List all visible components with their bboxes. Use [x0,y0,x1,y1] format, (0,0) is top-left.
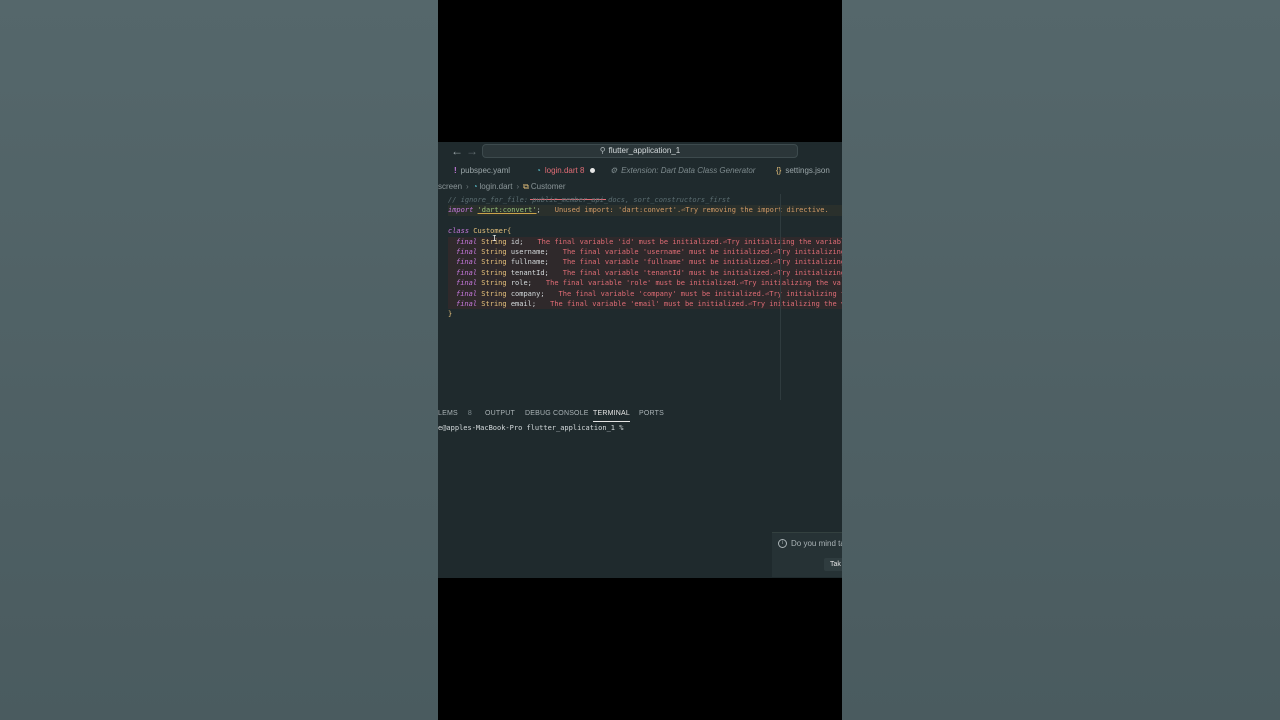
unsaved-dot-icon[interactable] [590,168,596,174]
tab-extension[interactable]: ⚙ Extension: Dart Data Class Generator [610,166,755,175]
vscode-window: ← → ⚲ flutter_application_1 ! pubspec.yaml… [438,142,842,578]
code-brace: { [507,227,512,236]
info-icon: i [778,539,787,549]
code-field: username; [510,247,549,256]
code-line: import 'dart:convert'; Unused import: 'da… [448,205,842,216]
code-keyword: final [456,279,478,288]
arrow-right-icon[interactable]: → [466,144,478,158]
code-line: // ignore_for_file: public_member_api_do… [448,195,842,205]
text-cursor-icon: I [492,234,497,243]
code-keyword: final [456,289,478,298]
code-brace: } [448,310,453,319]
code-field: id; [510,237,524,246]
gear-icon: ⚙ [610,166,618,175]
json-icon: {} [776,166,782,175]
tab-terminal[interactable]: TERMINAL [593,410,630,422]
code-line: final String role; The final variable 'ro… [448,278,842,289]
workspace-name: flutter_application_1 [608,146,681,155]
tab-login-dart[interactable]: ◔ login.dart 8 [536,166,596,175]
tab-ports[interactable]: PORTS [639,410,664,417]
notification-text: Do you mind ta [791,539,842,548]
video-frame: ← → ⚲ flutter_application_1 ! pubspec.yaml… [438,0,842,720]
code-type: String [481,247,507,256]
inline-error: The final variable 'username' must be in… [562,247,842,256]
code-type: String [481,268,507,277]
notification-toast: i Do you mind ta Tak [772,532,842,577]
yaml-icon: ! [454,166,457,175]
tab-label: login.dart 8 [544,166,585,175]
code-keyword: final [456,268,478,277]
tab-debug-console[interactable]: DEBUG CONSOLE [525,410,589,417]
inline-error: The final variable 'company' must be ini… [558,289,842,298]
code-type: String [481,299,507,308]
tab-label: Extension: Dart Data Class Generator [621,166,756,175]
code-line: final String username; The final variable… [448,246,842,258]
breadcrumb-file[interactable]: login.dart [480,182,513,191]
code-keyword: final [456,237,478,246]
inline-error: The final variable 'role' must be initia… [545,279,842,288]
background-left [0,0,438,720]
code-keyword: import [448,206,474,215]
editor-tabs: ! pubspec.yaml ◔ login.dart 8 ⚙ Extension: … [438,162,842,200]
inline-warning: Unused import: 'dart:convert'.⏎Try remov… [554,206,829,215]
chevron-right-icon: › [516,182,520,191]
problems-count-badge: 8 [467,410,472,417]
inline-error: The final variable 'tenantId' must be in… [562,268,842,277]
code-field: fullname; [510,258,549,267]
code-line: final String id; The final variable 'id' … [448,236,842,247]
search-icon: ⚲ [599,146,606,155]
code-field: role; [510,279,532,288]
class-icon: ⧉ [523,182,529,191]
notification-message: i Do you mind ta [778,539,842,549]
chevron-right-icon: › [466,182,469,191]
inline-error: The final variable 'fullname' must be in… [562,258,842,267]
code-string: 'dart:convert' [477,206,537,215]
command-center-search[interactable]: ⚲ flutter_application_1 [482,144,798,158]
tab-pubspec[interactable]: ! pubspec.yaml [454,166,510,175]
tab-label: pubspec.yaml [460,166,511,175]
terminal-prompt[interactable]: e@apples-MacBook-Pro flutter_application… [438,424,623,432]
breadcrumb-folder[interactable]: screen [438,182,462,191]
code-keyword: final [456,299,478,308]
panel-tabs: LEMS 8 OUTPUT DEBUG CONSOLE TERMINAL PORT… [438,406,842,422]
tab-label: LEMS [438,410,458,417]
tab-output[interactable]: OUTPUT [485,410,515,417]
code-field: company; [510,289,545,298]
tab-settings-json[interactable]: {} settings.json [776,166,830,175]
code-type: String [481,289,507,298]
code-keyword: final [456,258,478,267]
code-line: class Customer{ [448,226,842,236]
inline-error: The final variable 'id' must be initiali… [537,237,842,246]
code-field: tenantId; [510,268,549,277]
code-type: String [481,258,507,267]
dart-icon: ◔ [472,182,478,191]
breadcrumb-class[interactable]: Customer [531,182,566,191]
code-editor[interactable]: // ignore_for_file: public_member_api_do… [448,195,842,320]
code-type: String [481,279,507,288]
background-right [842,0,1280,720]
arrow-left-icon[interactable]: ← [451,144,463,158]
breadcrumb: screen › ◔ login.dart › ⧉ Customer [438,182,566,194]
code-line: } [448,309,842,319]
code-line: final String company; The final variable … [448,288,842,299]
code-line: final String tenantId; The final variable… [448,267,842,279]
title-bar: ← → ⚲ flutter_application_1 [438,142,842,162]
code-keyword: class [448,227,470,236]
notification-button[interactable]: Tak [824,558,842,571]
code-comment: // ignore_for_file: public_member_api_do… [448,196,731,204]
editor-ruler [780,194,781,400]
code-keyword: final [456,247,478,256]
code-punct: ; [536,206,541,215]
dart-icon: ◔ [536,166,541,175]
code-line: final String fullname; The final variable… [448,257,842,268]
inline-error: The final variable 'email' must be initi… [550,299,842,308]
code-line: final String email; The final variable 'e… [448,298,842,310]
code-class-name: Customer [473,227,508,236]
tab-label: settings.json [785,166,830,175]
tab-problems[interactable]: LEMS 8 [438,410,472,417]
code-field: email; [510,299,537,308]
